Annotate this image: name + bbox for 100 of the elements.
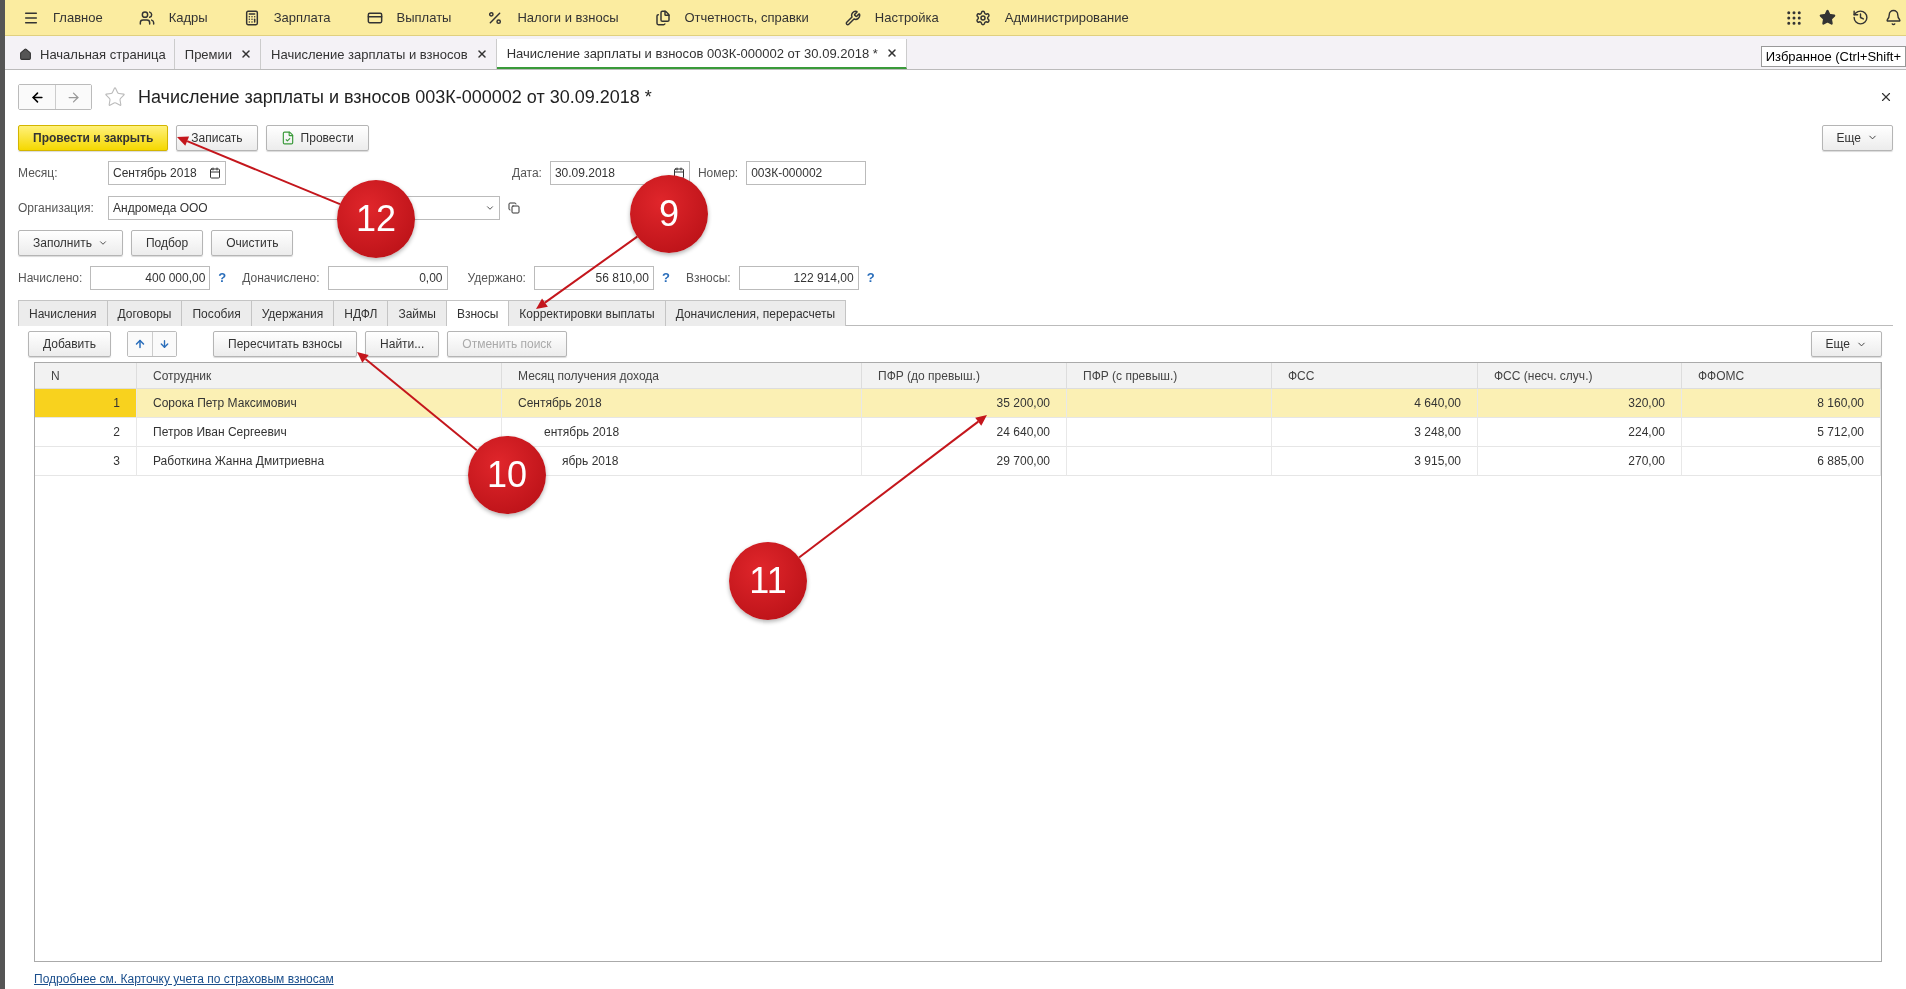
total-field: 122 914,00 bbox=[738, 265, 859, 290]
month-field[interactable]: Сентябрь 2018 bbox=[108, 160, 226, 185]
document-tab[interactable]: Премии bbox=[174, 39, 262, 69]
table-cell: 5 712,00 bbox=[1682, 418, 1881, 447]
field-label: Организация: bbox=[18, 200, 95, 215]
column-header[interactable]: ФФОМС bbox=[1682, 363, 1881, 389]
menu-item[interactable]: Выплаты bbox=[396, 10, 452, 25]
column-header[interactable]: Сотрудник bbox=[137, 363, 502, 389]
move-up-button[interactable] bbox=[128, 332, 153, 356]
arrow-right-icon bbox=[66, 89, 81, 105]
table-cell: 1 bbox=[35, 389, 137, 418]
menu-item[interactable]: Настройка bbox=[874, 10, 939, 25]
arrow-up-icon bbox=[134, 337, 147, 351]
table-cell: 24 640,00 bbox=[862, 418, 1067, 447]
total-field: 400 000,00 bbox=[90, 265, 211, 290]
document-tab[interactable]: Начисление зарплаты и взносов bbox=[261, 39, 497, 69]
number-field[interactable]: 003К-000002 bbox=[746, 160, 867, 185]
document-tab[interactable]: Начальная страница bbox=[9, 39, 175, 69]
section-tab[interactable]: Удержания bbox=[250, 300, 335, 326]
section-tab[interactable]: Корректировки выплаты bbox=[508, 300, 666, 326]
table-cell: 6 885,00 bbox=[1682, 447, 1881, 476]
table-cell: 4 640,00 bbox=[1272, 389, 1478, 418]
toolbar-button[interactable]: Найти... bbox=[365, 331, 440, 357]
bell-icon[interactable] bbox=[1885, 9, 1902, 26]
section-tab[interactable]: Договоры bbox=[106, 300, 183, 326]
section-tab[interactable]: Займы bbox=[387, 300, 447, 326]
table-cell: Сорока Петр Максимович bbox=[137, 389, 502, 418]
tab-label: Начисление зарплаты и взносов bbox=[271, 46, 468, 62]
section-tab[interactable]: Начисления bbox=[18, 300, 108, 326]
add-button[interactable]: Добавить bbox=[28, 331, 112, 357]
field-label: Месяц: bbox=[18, 165, 59, 180]
table-cell: Сентябрь 2018 bbox=[502, 389, 862, 418]
menu-item[interactable]: Зарплата bbox=[273, 10, 331, 25]
back-button[interactable] bbox=[19, 85, 55, 109]
footer-link[interactable]: Подробнее см. Карточку учета по страховым взносам bbox=[34, 972, 1893, 986]
tooltip: Избранное (Ctrl+Shift+ bbox=[1760, 46, 1906, 67]
callout-badge: 12 bbox=[337, 180, 415, 258]
section-tab[interactable]: НДФЛ bbox=[333, 300, 389, 326]
arrow-down-icon bbox=[159, 337, 171, 351]
total-label: Взносы: bbox=[685, 270, 731, 285]
fill-button[interactable]: Подбор bbox=[130, 229, 204, 256]
gear-icon bbox=[974, 9, 991, 26]
fill-button[interactable]: Заполнить bbox=[18, 229, 123, 256]
star-icon[interactable] bbox=[1819, 9, 1836, 26]
wrench-icon bbox=[844, 9, 861, 26]
post-and-close-button[interactable]: Провести и закрыть bbox=[18, 124, 169, 151]
table-cell: 3 bbox=[35, 447, 137, 476]
table-cell: 3 915,00 bbox=[1272, 447, 1478, 476]
total-field: 0,00 bbox=[327, 265, 448, 290]
help-link[interactable]: ? bbox=[661, 270, 670, 285]
calendar-icon[interactable] bbox=[672, 166, 685, 179]
section-tab[interactable]: Доначисления, перерасчеты bbox=[664, 300, 847, 326]
table-cell: Петров Иван Сергеевич bbox=[137, 418, 502, 447]
more-button[interactable]: Еще bbox=[1821, 124, 1893, 151]
percent-icon bbox=[487, 9, 504, 26]
help-link[interactable]: ? bbox=[866, 270, 875, 285]
total-field: 56 810,00 bbox=[533, 265, 654, 290]
documents-icon bbox=[654, 9, 671, 26]
toolbar-button[interactable]: Пересчитать взносы bbox=[213, 331, 358, 357]
open-icon[interactable] bbox=[508, 201, 520, 214]
menu-item[interactable]: Налоги и взносы bbox=[517, 10, 619, 25]
close-icon[interactable] bbox=[885, 47, 898, 59]
section-tab[interactable]: Пособия bbox=[181, 300, 252, 326]
menu-item[interactable]: Отчетность, справки bbox=[684, 10, 809, 25]
help-link[interactable]: ? bbox=[218, 270, 227, 285]
total-label: Доначислено: bbox=[242, 270, 320, 285]
menu-item[interactable]: Кадры bbox=[168, 10, 208, 25]
post-button[interactable]: Провести bbox=[265, 124, 369, 151]
section-tab[interactable]: Взносы bbox=[445, 300, 510, 326]
close-icon[interactable] bbox=[475, 48, 488, 60]
document-tab[interactable]: Начисление зарплаты и взносов 003К-000002 от 30.09.2018 * bbox=[496, 39, 907, 69]
menu-item[interactable]: Главное bbox=[53, 10, 103, 25]
menu-item[interactable]: Администрирование bbox=[1004, 10, 1129, 25]
table-cell: 2 bbox=[35, 418, 137, 447]
save-button[interactable]: Записать bbox=[176, 124, 258, 151]
fill-button[interactable]: Очистить bbox=[211, 229, 294, 256]
callout-badge: 11 bbox=[729, 542, 807, 620]
column-header[interactable]: ПФР (до превыш.) bbox=[862, 363, 1067, 389]
total-label: Начислено: bbox=[18, 270, 83, 285]
column-header[interactable]: N bbox=[35, 363, 137, 389]
apps-icon[interactable] bbox=[1785, 8, 1803, 27]
column-header[interactable]: Месяц получения дохода bbox=[502, 363, 862, 389]
star-icon[interactable] bbox=[104, 86, 126, 108]
calendar-icon[interactable] bbox=[209, 166, 221, 179]
more-button[interactable]: Еще bbox=[1810, 331, 1882, 357]
home-icon bbox=[19, 47, 32, 61]
users-icon bbox=[138, 9, 155, 26]
table-cell: 35 200,00 bbox=[862, 389, 1067, 418]
table-cell: 224,00 bbox=[1478, 418, 1682, 447]
move-down-button[interactable] bbox=[152, 332, 177, 356]
tab-label: Премии bbox=[184, 46, 233, 62]
column-header[interactable]: ФСС bbox=[1272, 363, 1478, 389]
column-header[interactable]: ФСС (несч. случ.) bbox=[1478, 363, 1682, 389]
date-field[interactable]: 30.09.2018 bbox=[549, 160, 690, 185]
close-icon[interactable] bbox=[1879, 90, 1893, 104]
close-icon[interactable] bbox=[240, 48, 253, 60]
column-header[interactable]: ПФР (с превыш.) bbox=[1067, 363, 1272, 389]
history-icon[interactable] bbox=[1852, 9, 1869, 26]
tab-label: Начальная страница bbox=[40, 46, 166, 62]
document-title: Начисление зарплаты и взносов 003К-000002 от 30.09.2018 * bbox=[138, 86, 652, 108]
